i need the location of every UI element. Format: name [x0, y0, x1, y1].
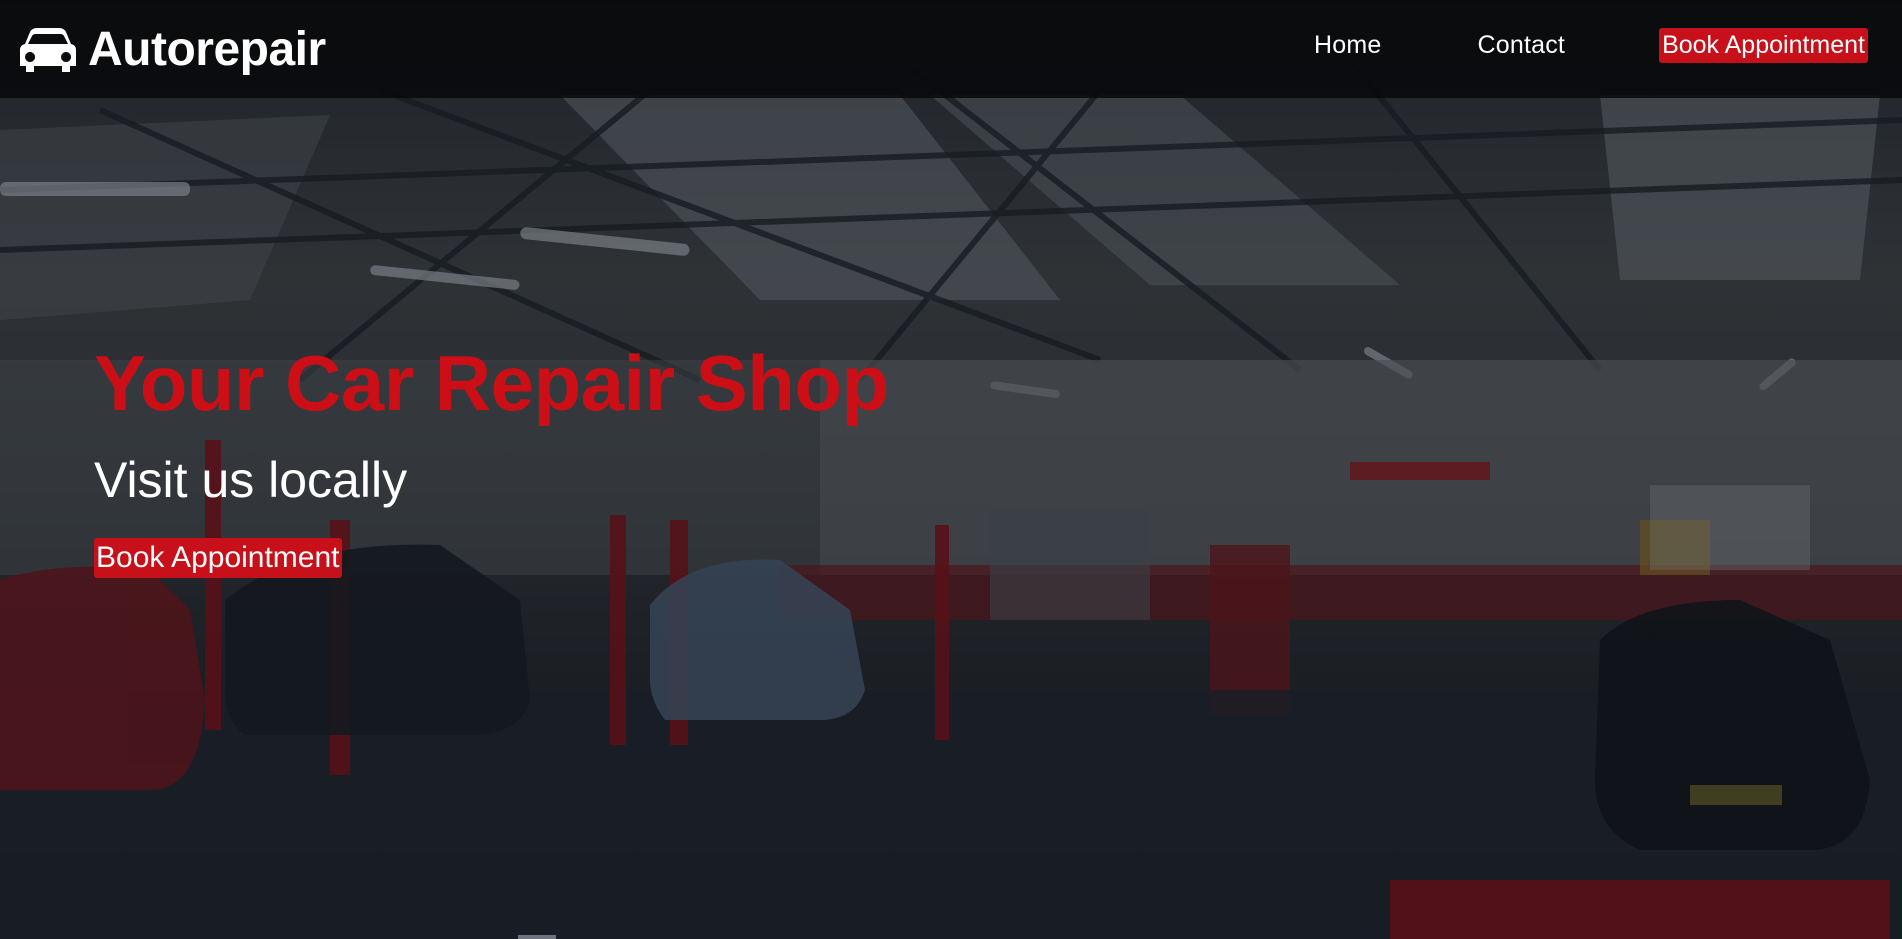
hero-book-appointment-button[interactable]: Book Appointment	[94, 538, 342, 578]
car-icon	[20, 28, 76, 72]
hero-subtitle: Visit us locally	[94, 452, 408, 508]
hero-section: Autorepair Home Contact Book Appointment…	[0, 0, 1902, 939]
hero-title: Your Car Repair Shop	[94, 339, 889, 427]
main-nav: Home Contact Book Appointment	[1314, 28, 1868, 63]
top-navbar: Autorepair Home Contact Book Appointment	[0, 0, 1902, 98]
scroll-indicator	[518, 935, 556, 939]
brand-logo-link[interactable]: Autorepair	[18, 22, 326, 78]
nav-link-home[interactable]: Home	[1314, 33, 1382, 58]
nav-book-appointment-button[interactable]: Book Appointment	[1659, 28, 1868, 63]
nav-link-contact[interactable]: Contact	[1478, 33, 1566, 58]
brand-name: Autorepair	[88, 23, 326, 76]
hero-content: Your Car Repair Shop Visit us locally Bo…	[94, 344, 889, 578]
